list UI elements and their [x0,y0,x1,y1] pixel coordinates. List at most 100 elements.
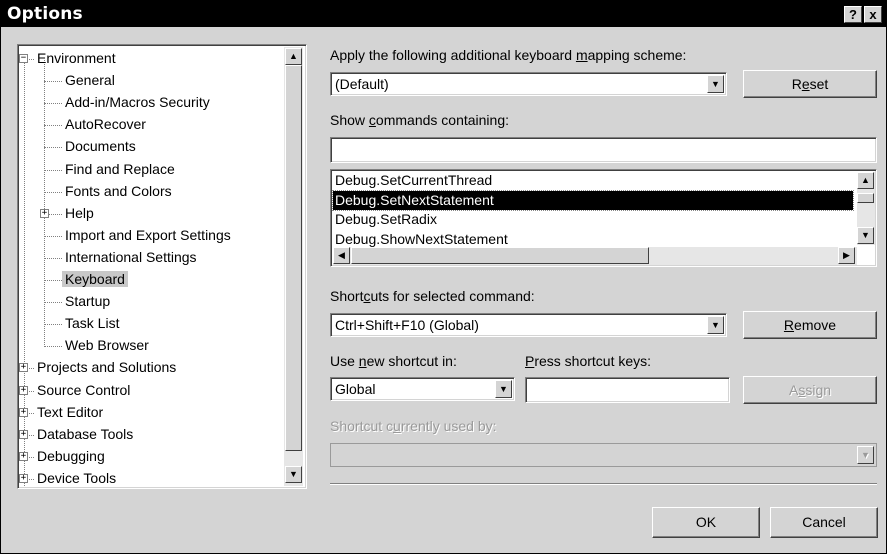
tree-item-label: Environment [37,50,116,66]
tree-item[interactable]: General [65,70,115,91]
assign-button[interactable]: Assign [743,376,877,404]
expand-icon[interactable]: + [19,451,28,461]
tree-connector [44,147,62,149]
shortcuts-label: Shortcuts for selected command: [330,288,535,304]
tree-item[interactable]: Debugging [37,446,105,467]
tree-item-label: Help [65,204,94,221]
tree-connector [44,346,62,348]
tree-item-label: Startup [65,293,111,310]
ok-button[interactable]: OK [652,507,760,538]
tree-item[interactable]: Fonts and Colors [65,181,172,202]
command-list-item[interactable]: Debug.SetRadix [333,210,853,229]
tree-item-label: Projects and Solutions [37,359,177,376]
command-list-item[interactable]: Debug.SetNextStatement [332,189,854,211]
expand-icon[interactable]: + [40,208,49,218]
tree-connector [44,103,62,105]
tree-scroll-up-button[interactable]: ▲ [285,48,302,65]
tree-item[interactable]: Documents [65,136,136,157]
mapping-scheme-select[interactable]: (Default) ▼ [330,72,727,96]
help-button[interactable]: ? [844,6,862,23]
tree-item-label: Find and Replace [65,160,175,177]
expand-icon[interactable]: + [19,385,28,395]
tree-item-label: Text Editor [37,403,104,420]
tree-item-label: Documents [65,138,136,155]
shortcut-keys-input[interactable] [525,377,730,403]
tree-item-label: Import and Export Settings [65,226,231,243]
tree-item-label: Database Tools [37,425,134,442]
cancel-button[interactable]: Cancel [770,507,878,538]
tree-item-label: Device Tools [37,469,117,486]
reset-button[interactable]: Reset [743,70,877,98]
tree-item-label: International Settings [65,248,197,265]
shortcut-scope-select[interactable]: Global ▼ [330,377,515,401]
tree-item[interactable]: Help [65,203,94,224]
title-bar: Options ? x [1,1,886,27]
tree-item[interactable]: Projects and Solutions [37,357,176,378]
tree-item[interactable]: Device Tools [37,468,116,487]
tree-item[interactable]: International Settings [65,247,197,268]
shortcuts-select[interactable]: Ctrl+Shift+F10 (Global) ▼ [330,313,727,337]
tree-item[interactable]: Web Browser [65,335,149,356]
tree-connector [44,191,62,193]
tree-scroll-thumb[interactable] [285,65,302,451]
mapping-scheme-value: (Default) [335,76,389,92]
list-scroll-up-button[interactable]: ▲ [857,172,874,189]
tree-item[interactable]: Keyboard [62,269,128,290]
tree-connector [44,81,62,83]
tree-item[interactable]: Add-in/Macros Security [65,92,210,113]
category-tree-items: Environment − General Add-in/Macros Securit… [19,46,305,487]
tree-connector [44,302,62,304]
currently-used-by-select[interactable]: ▼ [330,443,877,467]
shortcut-scope-value: Global [335,381,376,397]
tree-item[interactable]: Text Editor [37,402,103,423]
chevron-down-icon[interactable]: ▼ [707,75,724,93]
chevron-down-icon[interactable]: ▼ [707,316,724,334]
tree-item[interactable]: Startup [65,291,110,312]
expand-icon[interactable]: + [19,407,28,417]
command-list-vscrollbar[interactable]: ▲ ▼ [857,172,875,245]
mapping-scheme-label: Apply the following additional keyboard … [330,47,687,63]
command-filter-input[interactable] [330,137,877,163]
tree-scroll-down-button[interactable]: ▼ [285,466,302,483]
tree-item[interactable]: Find and Replace [65,159,175,180]
command-list-item[interactable]: Debug.SetCurrentThread [333,171,853,190]
list-scroll-thumb[interactable] [857,193,874,203]
tree-connector [44,280,62,281]
close-button[interactable]: x [864,6,882,23]
tree-item-label: Web Browser [65,337,149,354]
command-list-item[interactable]: Debug.ShowNextStatement [333,230,853,249]
dialog-title: Options [7,4,83,24]
divider [330,483,877,485]
tree-item[interactable]: Source Control [37,380,130,401]
tree-item-label: Task List [65,315,120,332]
tree-guide [24,60,25,487]
options-dialog: Options ? x Environment − General Add-in/Ma… [0,0,887,554]
expand-icon[interactable]: + [19,429,28,439]
tree-item[interactable]: AutoRecover [65,114,146,135]
chevron-down-icon[interactable]: ▼ [495,380,512,398]
list-scroll-right-button[interactable]: ▶ [838,247,855,264]
list-scroll-left-button[interactable]: ◀ [333,247,350,264]
list-hscroll-thumb[interactable] [351,247,649,264]
tree-scrollbar[interactable]: ▲ ▼ [284,47,303,486]
tree-item[interactable]: Import and Export Settings [65,225,231,246]
command-list-hscrollbar[interactable]: ◀ ▶ [333,247,857,265]
list-scroll-down-button[interactable]: ▼ [857,227,874,244]
show-commands-label: Show commands containing: [330,112,509,128]
chevron-down-icon: ▼ [857,446,874,464]
tree-item-label: Debugging [37,447,105,464]
tree-connector [44,257,62,259]
remove-button[interactable]: Remove [743,311,877,339]
expand-icon[interactable]: + [19,473,28,483]
tree-item[interactable]: Task List [65,313,119,334]
tree-item-label: Add-in/Macros Security [65,94,210,111]
tree-item[interactable]: Database Tools [37,424,133,445]
expand-icon[interactable]: + [19,363,28,373]
tree-item-label: AutoRecover [65,116,146,133]
tree-connector [44,125,62,127]
collapse-icon[interactable]: − [19,54,28,63]
tree-item-label: Keyboard [62,271,128,287]
tree-item[interactable]: Environment [37,48,116,69]
currently-used-by-label: Shortcut currently used by: [330,418,497,434]
shortcuts-value: Ctrl+Shift+F10 (Global) [335,317,479,333]
